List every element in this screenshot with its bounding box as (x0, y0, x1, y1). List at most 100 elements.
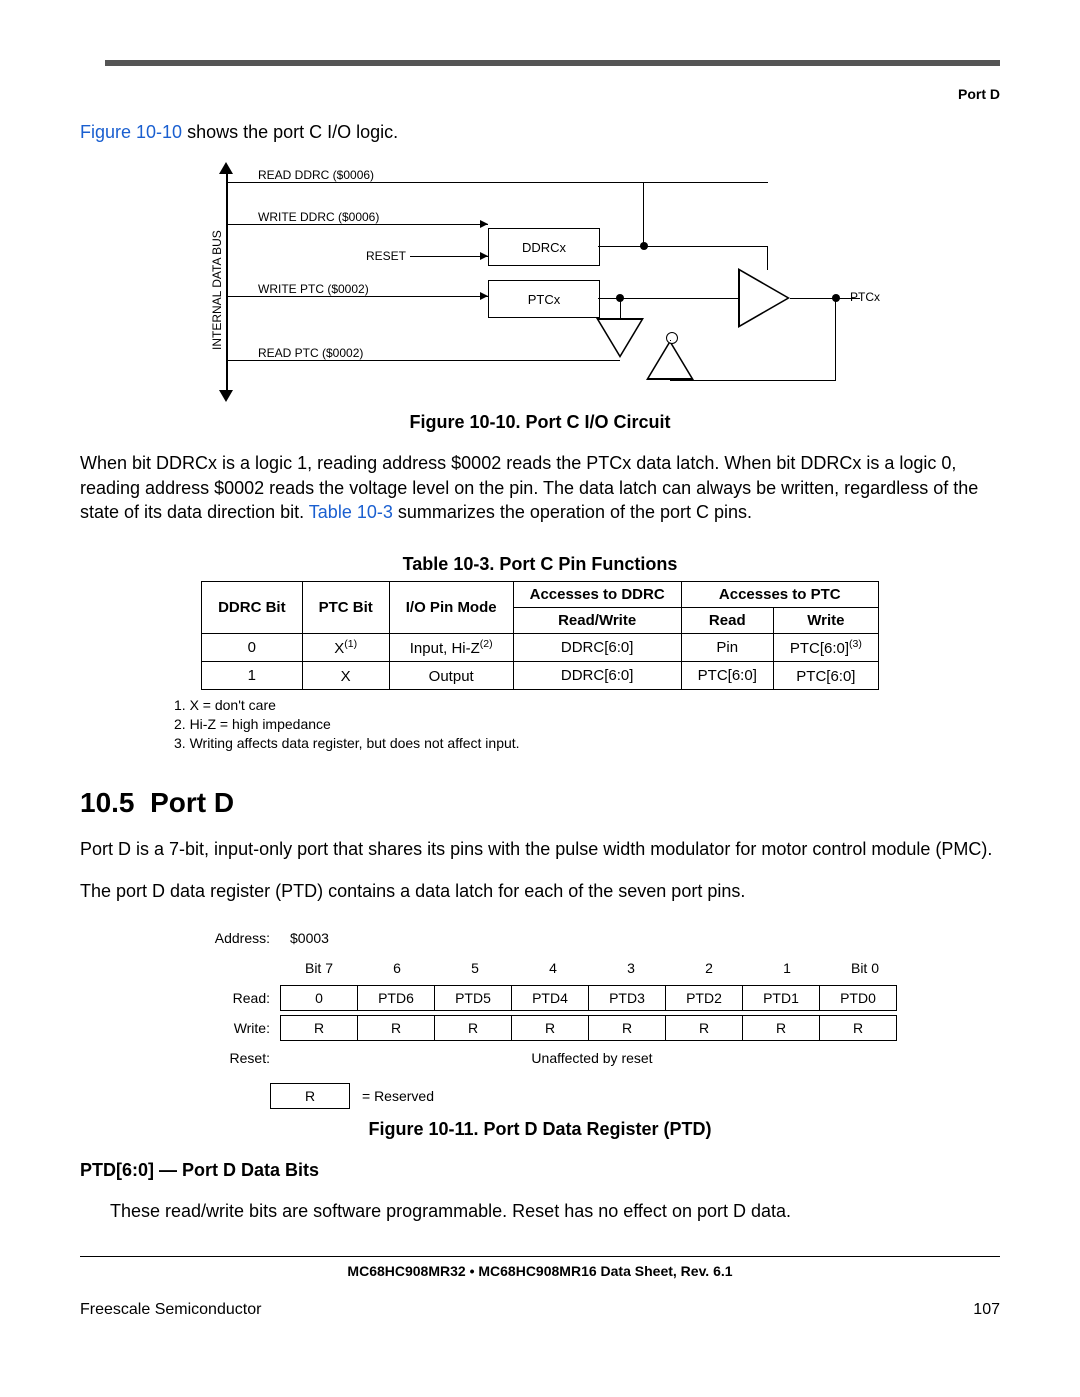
section-heading: 10.5 Port D (80, 787, 1000, 819)
ptd-register-diagram: Address: $0003 Bit 7 6 5 4 3 2 1 Bit 0 R… (170, 923, 910, 1109)
table-10-3-caption: Table 10-3. Port C Pin Functions (80, 554, 1000, 575)
cell: X (302, 662, 389, 690)
table-ref-link[interactable]: Table 10-3 (309, 502, 393, 522)
footer-doc-title: MC68HC908MR32 • MC68HC908MR16 Data Sheet… (80, 1263, 1000, 1279)
running-header: Port D (80, 86, 1000, 102)
section-number: 10.5 (80, 787, 135, 818)
cell: Output (389, 662, 513, 690)
mux-icon (596, 318, 644, 358)
read-ptc-label: READ PTC ($0002) (258, 346, 363, 360)
th-read: Read (681, 608, 773, 634)
th-ptc-bit: PTC Bit (302, 582, 389, 634)
header-rule (105, 60, 1000, 66)
bit-label: 3 (592, 956, 670, 980)
intro-text: shows the port C I/O logic. (182, 122, 398, 142)
cell: 0 (202, 634, 303, 662)
port-c-pin-functions-table: DDRC Bit PTC Bit I/O Pin Mode Accesses t… (201, 581, 879, 690)
arrow-right-icon (480, 220, 488, 228)
th-io-pin-mode: I/O Pin Mode (389, 582, 513, 634)
figure-10-11-caption: Figure 10-11. Port D Data Register (PTD) (80, 1119, 1000, 1140)
bit-label: Bit 0 (826, 956, 904, 980)
wire (767, 246, 768, 270)
write-ddrc-label: WRITE DDRC ($0006) (258, 210, 379, 224)
bus-label: INTERNAL DATA BUS (210, 230, 224, 350)
footer: MC68HC908MR32 • MC68HC908MR16 Data Sheet… (80, 1256, 1000, 1319)
th-accesses-ddrc: Accesses to DDRC (513, 582, 681, 608)
read-cell: 0 (280, 985, 358, 1011)
footer-page-number: 107 (973, 1301, 1000, 1319)
cell: 1 (202, 662, 303, 690)
figure-ref-link[interactable]: Figure 10-10 (80, 122, 182, 142)
write-cell: R (742, 1015, 820, 1041)
ddrcx-register-box: DDRCx (488, 228, 600, 266)
port-c-explanation: When bit DDRCx is a logic 1, reading add… (80, 451, 1000, 524)
wire (598, 246, 768, 247)
wire (410, 256, 488, 257)
para2-post: summarizes the operation of the port C p… (393, 502, 752, 522)
footnote-2: 2. Hi-Z = high impedance (174, 715, 1000, 734)
write-cell: R (511, 1015, 589, 1041)
junction-dot-icon (616, 294, 624, 302)
reset-value: Unaffected by reset (280, 1046, 904, 1070)
bit-label: 4 (514, 956, 592, 980)
read-cell: PTD6 (357, 985, 435, 1011)
wire (228, 182, 768, 183)
read-cell: PTD2 (665, 985, 743, 1011)
th-read-write: Read/Write (513, 608, 681, 634)
arrow-up-icon (219, 162, 233, 174)
read-cell: PTD3 (588, 985, 666, 1011)
tristate-buffer-icon (738, 268, 790, 328)
read-cell: PTD1 (742, 985, 820, 1011)
section-title: Port D (150, 787, 234, 818)
wire (228, 224, 488, 225)
wire (835, 298, 836, 380)
bus-line (226, 174, 228, 390)
write-cell: R (588, 1015, 666, 1041)
legend-key-cell: R (270, 1083, 350, 1109)
cell: PTC[6:0] (681, 662, 773, 690)
table-footnotes: 1. X = don't care 2. Hi-Z = high impedan… (174, 696, 1000, 753)
port-d-para2: The port D data register (PTD) contains … (80, 879, 1000, 903)
address-label: Address: (170, 930, 280, 946)
bit-label: 1 (748, 956, 826, 980)
ptd-bits-description: These read/write bits are software progr… (110, 1199, 1000, 1223)
port-c-io-circuit-diagram: INTERNAL DATA BUS READ DDRC ($0006) WRIT… (200, 162, 880, 402)
cell: PTC[6:0] (773, 662, 878, 690)
footnote-3: 3. Writing affects data register, but do… (174, 734, 1000, 753)
bit-label: 2 (670, 956, 748, 980)
datasheet-page: Port D Figure 10-10 shows the port C I/O… (0, 0, 1080, 1397)
junction-dot-icon (832, 294, 840, 302)
cell: PTC[6:0](3) (773, 634, 878, 662)
wire (228, 296, 488, 297)
cell: Input, Hi-Z(2) (389, 634, 513, 662)
read-ddrc-label: READ DDRC ($0006) (258, 168, 374, 182)
legend-key-label: = Reserved (350, 1088, 434, 1104)
write-ptc-label: WRITE PTC ($0002) (258, 282, 369, 296)
write-row-label: Write: (170, 1020, 280, 1036)
cell: X(1) (302, 634, 389, 662)
arrow-right-icon (480, 252, 488, 260)
table-row: 0 X(1) Input, Hi-Z(2) DDRC[6:0] Pin PTC[… (202, 634, 879, 662)
footer-company: Freescale Semiconductor (80, 1301, 261, 1319)
ptcx-register-box: PTCx (488, 280, 600, 318)
wire (670, 340, 671, 341)
write-cell: R (357, 1015, 435, 1041)
figure-10-10-caption: Figure 10-10. Port C I/O Circuit (80, 412, 1000, 433)
bit-label: Bit 7 (280, 956, 358, 980)
footnote-1: 1. X = don't care (174, 696, 1000, 715)
th-write: Write (773, 608, 878, 634)
read-row-label: Read: (170, 990, 280, 1006)
bit-label: 6 (358, 956, 436, 980)
ptcx-pin-label: PTCx (850, 290, 880, 304)
table-row: 1 X Output DDRC[6:0] PTC[6:0] PTC[6:0] (202, 662, 879, 690)
cell: DDRC[6:0] (513, 634, 681, 662)
reset-row-label: Reset: (170, 1050, 280, 1066)
buffer-up-icon (646, 340, 694, 380)
th-ddrc-bit: DDRC Bit (202, 582, 303, 634)
write-cell: R (434, 1015, 512, 1041)
arrow-down-icon (219, 390, 233, 402)
cell: DDRC[6:0] (513, 662, 681, 690)
read-cell: PTD0 (819, 985, 897, 1011)
intro-paragraph: Figure 10-10 shows the port C I/O logic. (80, 120, 1000, 144)
junction-dot-icon (640, 242, 648, 250)
